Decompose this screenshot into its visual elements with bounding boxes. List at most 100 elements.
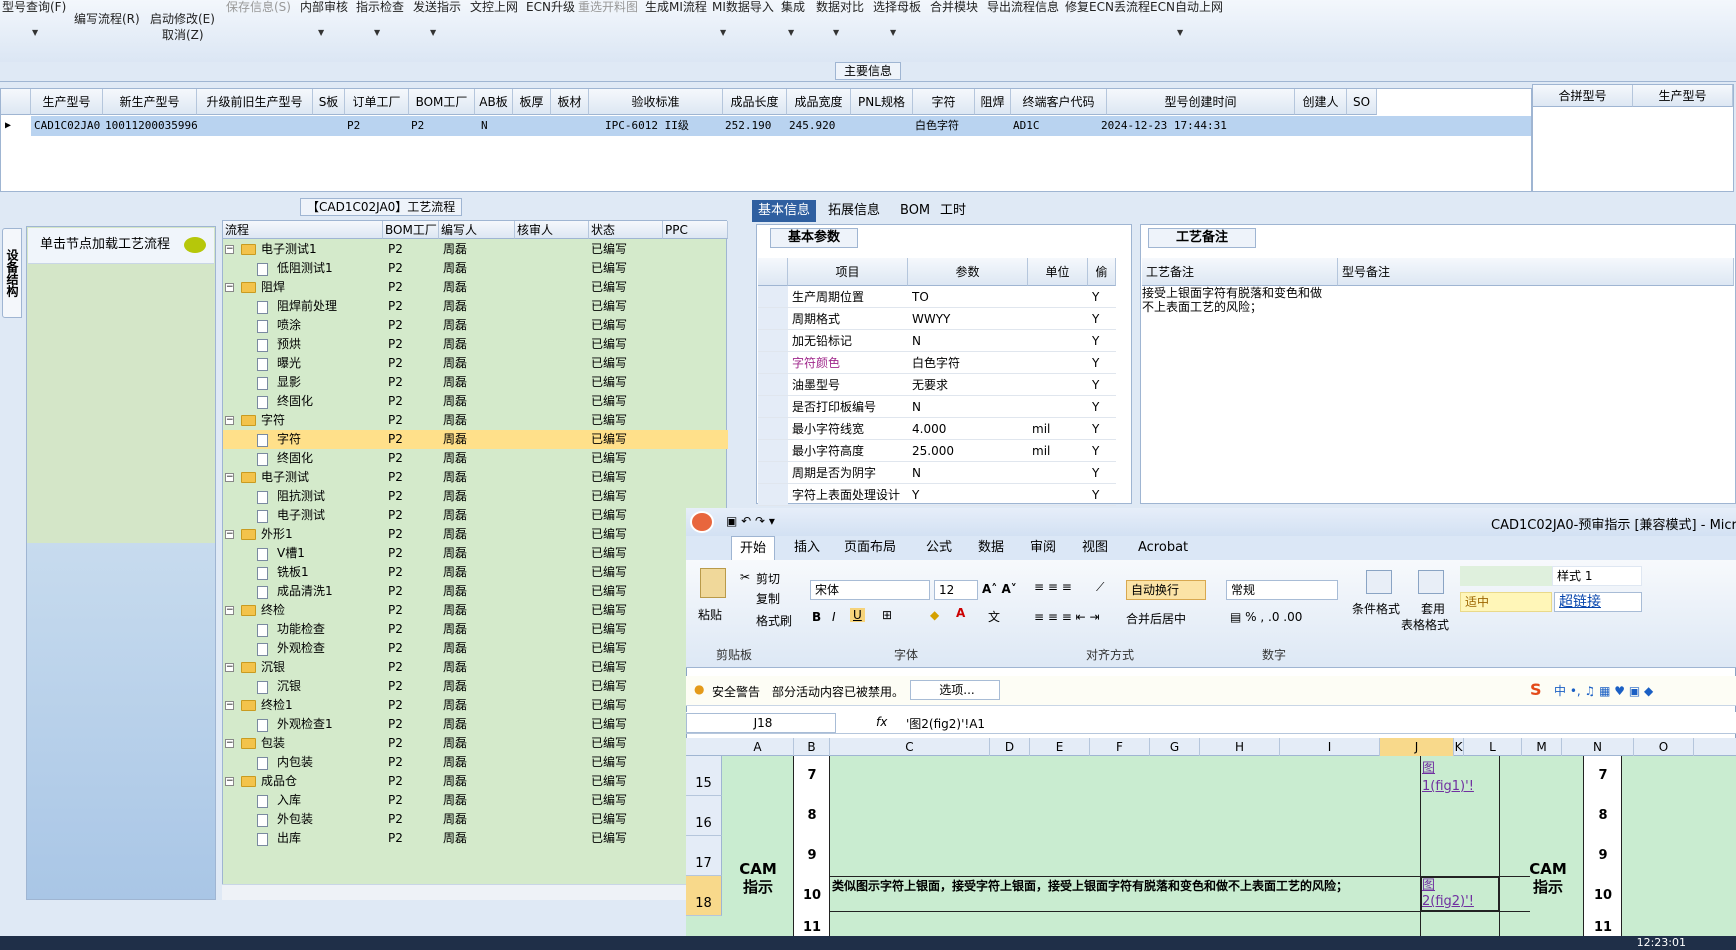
tab-view[interactable]: 视图 [1074,536,1116,560]
font-name-select[interactable]: 宋体 [810,580,930,600]
bold-icon[interactable]: B [812,610,821,624]
grid-header[interactable]: 字符 [913,89,975,115]
grid-cell[interactable]: P2 [347,116,360,136]
options-button[interactable]: 选项... [910,680,1000,700]
column-header[interactable]: K [1454,738,1464,756]
collapse-toggle-icon[interactable]: − [225,663,234,672]
style-normal[interactable] [1460,566,1552,586]
phonetic-icon[interactable]: 文 [988,608,1000,625]
table-format-button-2[interactable]: 表格格式 [1401,616,1449,633]
chevron-down-icon[interactable]: ▼ [32,28,38,37]
param-flag[interactable]: Y [1092,308,1114,330]
align-top-icon[interactable]: ≡ ≡ ≡ [1034,580,1072,594]
param-item[interactable]: 生产周期位置 [792,286,908,308]
check-instruction-button[interactable]: 指示检查 [356,0,404,15]
row-header[interactable]: 17 [686,836,722,876]
flow-row[interactable]: 外观检查 P2 周磊 已编写 [223,639,728,658]
query-model-button[interactable]: 型号查询(F) [2,0,66,15]
flow-header[interactable]: 核审人 [515,221,589,239]
param-value[interactable]: N [912,462,1028,484]
chevron-down-icon[interactable]: ▼ [720,28,726,37]
param-flag[interactable]: Y [1092,462,1114,484]
param-item[interactable]: 字符上表面处理设计 [792,484,908,506]
num-cell[interactable]: 10 [1584,888,1622,903]
row-header[interactable]: 15 [686,756,722,796]
param-flag[interactable]: Y [1092,396,1114,418]
num-cell[interactable]: 8 [794,808,830,823]
chevron-down-icon[interactable]: ▼ [318,28,324,37]
num-cell[interactable]: 7 [794,768,830,783]
flow-row[interactable]: 喷涂 P2 周磊 已编写 [223,316,728,335]
grid-cell[interactable]: 10011200035996 [105,116,198,136]
flow-row[interactable]: 终固化 P2 周磊 已编写 [223,392,728,411]
param-flag[interactable]: Y [1092,374,1114,396]
name-box[interactable]: J18 [686,713,836,733]
tab-insert[interactable]: 插入 [786,536,828,560]
flow-header[interactable]: 流程 [223,221,383,239]
conditional-format-button[interactable]: 条件格式 [1352,600,1400,617]
column-header[interactable]: O [1634,738,1694,756]
param-unit[interactable]: mil [1032,440,1088,462]
param-row[interactable]: 生产周期位置 TO Y [758,286,1116,308]
tab-page-layout[interactable]: 页面布局 [836,536,904,560]
flow-row[interactable]: 沉银 P2 周磊 已编写 [223,677,728,696]
tab-home[interactable]: 开始 [731,536,776,560]
grow-font-icon[interactable]: A˄ A˅ [982,582,1017,596]
integrate-button[interactable]: 集成 [781,0,805,15]
grid-header[interactable]: 成品长度 [723,89,787,115]
grid-cell[interactable]: 245.920 [789,116,835,136]
fill-color-icon[interactable]: ◆ [930,608,939,622]
grid-cell[interactable]: CAD1C02JA0 [34,116,100,136]
select-motherboard-button[interactable]: 选择母板 [873,0,921,15]
chevron-down-icon[interactable]: ▼ [430,28,436,37]
collapse-toggle-icon[interactable]: − [225,701,234,710]
tab-work-hours[interactable]: 工时 [934,200,972,222]
param-header[interactable]: 偷 [1088,258,1116,286]
param-flag[interactable]: Y [1092,418,1114,440]
merge-center-button[interactable]: 合并后居中 [1126,610,1186,627]
flow-row[interactable]: 功能检查 P2 周磊 已编写 [223,620,728,639]
fig2-link[interactable]: 图 2(fig2)'! [1422,878,1474,910]
param-header[interactable]: 参数 [908,258,1028,286]
remarks-tab[interactable]: 工艺备注 [1148,228,1256,248]
cam-cell-l[interactable] [1512,756,1584,936]
param-row[interactable]: 最小字符线宽 4.000 mil Y [758,418,1116,440]
num-cell[interactable]: 9 [1584,848,1622,863]
tab-basic-info[interactable]: 基本信息 [752,200,817,222]
paste-icon[interactable] [700,568,726,598]
param-header[interactable]: 单位 [1028,258,1088,286]
cut-button[interactable]: 剪切 [756,570,780,587]
chevron-down-icon[interactable]: ▼ [833,28,839,37]
param-row[interactable]: 周期格式 WWYY Y [758,308,1116,330]
grid-header[interactable]: 创建人 [1295,89,1347,115]
grid-cell[interactable]: P2 [411,116,424,136]
italic-icon[interactable]: I [832,610,836,624]
grid-cell[interactable]: 2024-12-23 17:44:31 [1101,116,1227,136]
flow-header[interactable]: BOM工厂 [383,221,439,239]
param-item[interactable]: 油墨型号 [792,374,908,396]
column-header[interactable]: E [1030,738,1090,756]
collapse-toggle-icon[interactable]: − [225,777,234,786]
fix-ecn-button[interactable]: 修复ECN丢流程 [1065,0,1150,15]
param-row[interactable]: 最小字符高度 25.000 mil Y [758,440,1116,462]
column-header[interactable]: I [1280,738,1380,756]
flow-row[interactable]: 成品清洗1 P2 周磊 已编写 [223,582,728,601]
collapse-toggle-icon[interactable]: − [225,739,234,748]
start-modify-button[interactable]: 启动修改(E) [150,12,215,27]
flow-row[interactable]: 终固化 P2 周磊 已编写 [223,449,728,468]
column-header[interactable]: J [1380,738,1454,756]
cancel-button[interactable]: 取消(Z) [162,28,204,43]
tab-review[interactable]: 审阅 [1022,536,1064,560]
style-neutral[interactable]: 适中 [1460,592,1552,612]
flow-row[interactable]: 显影 P2 周磊 已编写 [223,373,728,392]
flow-row[interactable]: 外包装 P2 周磊 已编写 [223,810,728,829]
table-format-icon[interactable] [1418,570,1444,594]
wrap-text-button[interactable]: 自动换行 [1126,580,1206,600]
num-cell[interactable]: 8 [1584,808,1622,823]
edit-flow-button[interactable]: 编写流程(R) [74,12,140,27]
number-format-select[interactable]: 常规 [1226,580,1338,600]
param-row[interactable]: 油墨型号 无要求 Y [758,374,1116,396]
collapse-toggle-icon[interactable]: − [225,606,234,615]
grid-header[interactable]: BOM工厂 [409,89,475,115]
internal-review-button[interactable]: 内部审核 [300,0,348,15]
